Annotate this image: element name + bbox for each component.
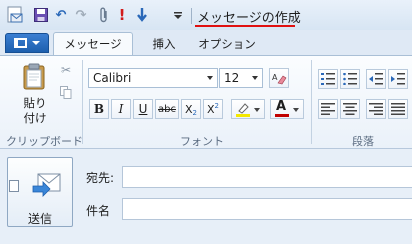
undo-icon[interactable]: ↶ (53, 7, 69, 23)
subscript-button[interactable]: X2 (181, 99, 201, 119)
paragraph-group: 段落 (313, 56, 412, 150)
subject-label: 件名 (86, 204, 111, 218)
title-underline (195, 25, 295, 27)
low-importance-icon[interactable] (134, 7, 150, 23)
mail-app-icon[interactable] (5, 5, 25, 25)
high-importance-icon[interactable]: ! (114, 6, 130, 24)
compose-area: 送信 宛先: 件名 (0, 149, 412, 244)
tab-options[interactable]: オプション (194, 32, 260, 55)
clear-formatting-icon: A (272, 73, 287, 85)
justify-button[interactable] (388, 99, 408, 119)
file-menu-button[interactable] (5, 33, 49, 53)
highlight-button[interactable] (231, 99, 265, 119)
send-button[interactable]: 送信 (7, 157, 73, 227)
increase-indent-button[interactable] (388, 69, 408, 89)
ribbon-tab-row: メッセージ 挿入 オプション (0, 30, 412, 55)
bold-button[interactable]: B (89, 99, 109, 119)
paragraph-group-label: 段落 (352, 135, 374, 148)
attach-icon[interactable] (96, 7, 112, 23)
clipboard-group: 貼り付け ✂ クリップボード (0, 56, 83, 150)
title-bar: ↶ ↷ ! メッセージの作成 (0, 0, 412, 30)
justify-icon (391, 103, 405, 115)
save-icon[interactable] (33, 7, 49, 23)
align-left-button[interactable] (318, 99, 338, 119)
cut-icon[interactable]: ✂ (59, 63, 73, 77)
chevron-down-icon[interactable] (293, 108, 299, 112)
font-name-combo[interactable]: Calibri (88, 68, 218, 88)
ribbon: 貼り付け ✂ クリップボード Calibri 12 A B I U abc X2 (0, 55, 412, 149)
tab-message[interactable]: メッセージ (53, 32, 133, 55)
group-divider (311, 60, 312, 144)
chevron-down-icon (32, 41, 40, 45)
bulleted-list-icon (343, 73, 357, 85)
font-size-value: 12 (224, 71, 240, 85)
numbered-list-icon (321, 73, 335, 85)
font-color-icon: A (275, 99, 289, 118)
highlighter-icon (236, 103, 250, 117)
send-mail-icon (32, 170, 62, 201)
decrease-indent-button[interactable] (366, 69, 386, 89)
align-right-button[interactable] (366, 99, 386, 119)
numbered-list-button[interactable] (318, 69, 338, 89)
subscript-letter: X (184, 102, 193, 116)
font-size-combo[interactable]: 12 (219, 68, 263, 88)
paste-icon[interactable] (23, 63, 45, 90)
align-center-icon (343, 103, 357, 115)
to-field[interactable] (122, 166, 412, 188)
superscript-letter: X (206, 102, 215, 116)
bulleted-list-button[interactable] (340, 69, 360, 89)
font-name-value: Calibri (93, 71, 132, 85)
clear-formatting-button[interactable]: A (269, 68, 289, 88)
paste-button[interactable]: 貼り付け (22, 96, 48, 126)
send-label: 送信 (27, 212, 52, 226)
align-left-icon (321, 103, 335, 115)
superscript-button[interactable]: X2 (203, 99, 223, 119)
increase-indent-icon (391, 73, 405, 85)
group-divider (82, 60, 83, 144)
font-color-swatch (275, 114, 289, 117)
title-separator (191, 8, 192, 24)
font-color-letter: A (276, 99, 287, 114)
subject-field[interactable] (122, 198, 412, 220)
to-label: 宛先: (86, 171, 115, 185)
align-right-icon (369, 103, 383, 115)
underline-button[interactable]: U (133, 99, 153, 119)
strikethrough-button[interactable]: abc (155, 99, 179, 119)
copy-icon[interactable] (59, 85, 73, 99)
font-group-label: フォント (180, 135, 224, 148)
document-icon (9, 180, 19, 192)
font-color-button[interactable]: A (270, 99, 304, 119)
chevron-down-icon[interactable] (254, 108, 260, 112)
svg-text:A: A (272, 73, 278, 82)
font-group: Calibri 12 A B I U abc X2 X2 A フォント (84, 56, 312, 150)
chevron-down-icon[interactable] (252, 76, 258, 80)
window-title: メッセージの作成 (197, 11, 301, 26)
tab-insert[interactable]: 挿入 (139, 32, 189, 55)
decrease-indent-icon (369, 73, 383, 85)
subscript-mark: 2 (192, 108, 197, 117)
customize-arrow-icon[interactable] (170, 7, 186, 23)
superscript-mark: 2 (214, 101, 219, 110)
redo-icon[interactable]: ↷ (73, 7, 89, 23)
chevron-down-icon[interactable] (207, 76, 213, 80)
clipboard-group-label: クリップボード (6, 135, 83, 148)
file-menu-icon (14, 38, 27, 48)
italic-button[interactable]: I (111, 99, 131, 119)
align-center-button[interactable] (340, 99, 360, 119)
